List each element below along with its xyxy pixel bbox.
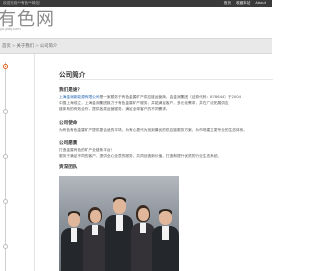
section-heading-who: 我们是谁？: [59, 88, 82, 93]
timeline-dot[interactable]: [3, 244, 8, 249]
site-header: 有色网 ys.yiay.com: [0, 7, 272, 34]
paragraph-line: 服务于满足不同的客户，提供全心全意的服务，共同创造新价值，打造和提升优质的行业生…: [59, 154, 222, 158]
team-member: [105, 197, 133, 271]
welcome-text: 欢迎光临**有色**网站！: [3, 1, 43, 5]
timeline-dot-active[interactable]: [3, 64, 8, 69]
top-bar: 欢迎光临**有色**网站！ 首页 收藏本站 About: [0, 0, 272, 7]
section-heading-team: 资深团队: [59, 165, 78, 170]
main-content: 公司简介 我们是谁？ 上海金润新能源有限公司是一家服务于有色金属矿产供应链运营商…: [34, 54, 273, 271]
timeline-dot[interactable]: [3, 199, 8, 204]
breadcrumb-about[interactable]: 关于我们: [16, 44, 34, 49]
section-heading-vision: 公司愿景: [59, 141, 78, 146]
sidebar-timeline: [0, 54, 22, 271]
about-link[interactable]: About: [255, 0, 266, 7]
timeline-dot[interactable]: [3, 154, 8, 159]
page-title: 公司简介: [59, 71, 86, 79]
home-link[interactable]: 首页: [224, 0, 231, 7]
top-links: 首页 收藏本站 About: [224, 0, 266, 7]
company-name-link[interactable]: 上海金润新能源有限公司: [59, 95, 100, 99]
breadcrumb-home[interactable]: 首页: [2, 44, 11, 49]
favorite-link[interactable]: 收藏本站: [236, 0, 250, 7]
team-member: [83, 207, 107, 271]
timeline-line: [5, 62, 6, 271]
logo-subtext: ys.yiay.com: [0, 26, 21, 31]
nav-bar: 首页>关于我们>公司简介: [0, 38, 272, 54]
site-logo[interactable]: 有色网 ys.yiay.com: [0, 9, 58, 33]
team-photo: [59, 176, 179, 271]
paragraph-line: 为有色有色金属矿产提供更合适的平场，为有心更代为找到最优的供应链服务方案，为市场…: [59, 128, 248, 132]
timeline-dot[interactable]: [3, 109, 8, 114]
title-divider: [59, 79, 273, 80]
breadcrumb-current: 公司简介: [39, 44, 58, 49]
breadcrumb: 首页>关于我们>公司简介: [2, 43, 57, 49]
breadcrumb-separator: >: [11, 44, 16, 49]
team-member: [152, 209, 179, 271]
breadcrumb-separator: >: [35, 44, 39, 49]
paragraph-line: 链体系的有效合作，提供各类运营服务，满足全球客户的不同需求。: [59, 107, 170, 111]
section-heading-mission: 公司使命: [59, 121, 78, 126]
